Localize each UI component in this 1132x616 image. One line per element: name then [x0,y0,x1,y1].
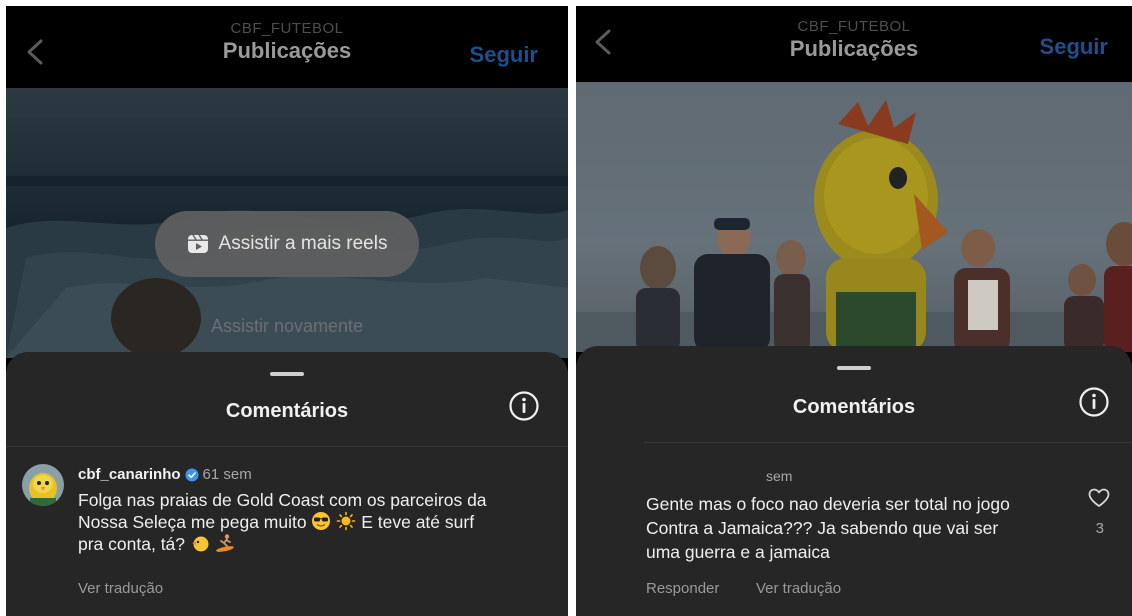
see-translation-link[interactable]: Ver tradução [756,580,841,597]
comments-title: Comentários [792,396,916,418]
comment-text: Folga nas praias de Gold Coast com os pa… [78,490,548,555]
comment-line-1: Folga nas praias de Gold Coast com os pa… [78,490,487,510]
right-screenshot: CBF_FUTEBOL Publicações Seguir Comentári… [576,6,1132,616]
comments-title: Comentários [225,400,349,422]
drag-handle[interactable] [837,366,871,370]
sheet-divider [6,446,568,447]
comment-timestamp: 61 sem [202,466,252,483]
comment-line-4: pra conta, tá? [78,534,186,554]
top-bar: CBF_FUTEBOL Publicações Seguir [6,6,568,86]
follow-button[interactable]: Seguir [470,42,538,68]
see-translation-link[interactable]: Ver tradução [78,580,163,597]
surfer-emoji-icon [215,534,234,552]
comment-header: cbf_canarinho 61 sem [78,466,252,483]
reply-link[interactable]: Responder [646,580,719,597]
sunglasses-emoji-icon [312,512,331,530]
info-icon[interactable] [508,390,540,422]
comments-sheet: Comentários cbf_canarinho 61 sem Folga n… [6,352,568,616]
left-screenshot: CBF_FUTEBOL Publicações Seguir Assistir … [6,6,568,616]
sheet-divider [644,442,1132,443]
follow-button[interactable]: Seguir [1040,34,1108,60]
verified-badge-icon [185,468,199,481]
heart-outline-icon[interactable] [1088,488,1110,508]
comment-text: Gente mas o foco nao deveria ser total n… [646,492,1066,564]
comments-sheet: Comentários sem Gente mas o foco nao dev… [576,346,1132,616]
comment-timestamp: sem [766,468,793,484]
comment-line-2: Contra a Jamaica??? Ja sabendo que vai s… [646,518,999,538]
comment-line-3: uma guerra e a jamaica [646,542,830,562]
like-count: 3 [1095,520,1104,537]
watch-again-link[interactable]: Assistir novamente [6,316,568,337]
chick-emoji-icon [191,536,209,552]
comment-line-3: E teve até surf [361,512,475,532]
comment-line-1: Gente mas o foco nao deveria ser total n… [646,494,1010,514]
beach-scene-background [576,82,1132,352]
comment-line-2: Nossa Seleça me pega muito [78,512,307,532]
reels-icon [187,234,208,253]
watch-more-reels-button[interactable]: Assistir a mais reels [155,211,419,277]
info-icon[interactable] [1078,386,1110,418]
top-bar: CBF_FUTEBOL Publicações Seguir [576,6,1132,82]
comment-username[interactable]: cbf_canarinho [78,466,181,483]
sun-emoji-icon [337,511,356,531]
reel-video-area[interactable] [576,82,1132,352]
avatar[interactable] [22,464,64,506]
drag-handle[interactable] [270,372,304,376]
account-name: CBF_FUTEBOL [230,20,344,37]
watch-more-reels-label: Assistir a mais reels [218,233,388,254]
